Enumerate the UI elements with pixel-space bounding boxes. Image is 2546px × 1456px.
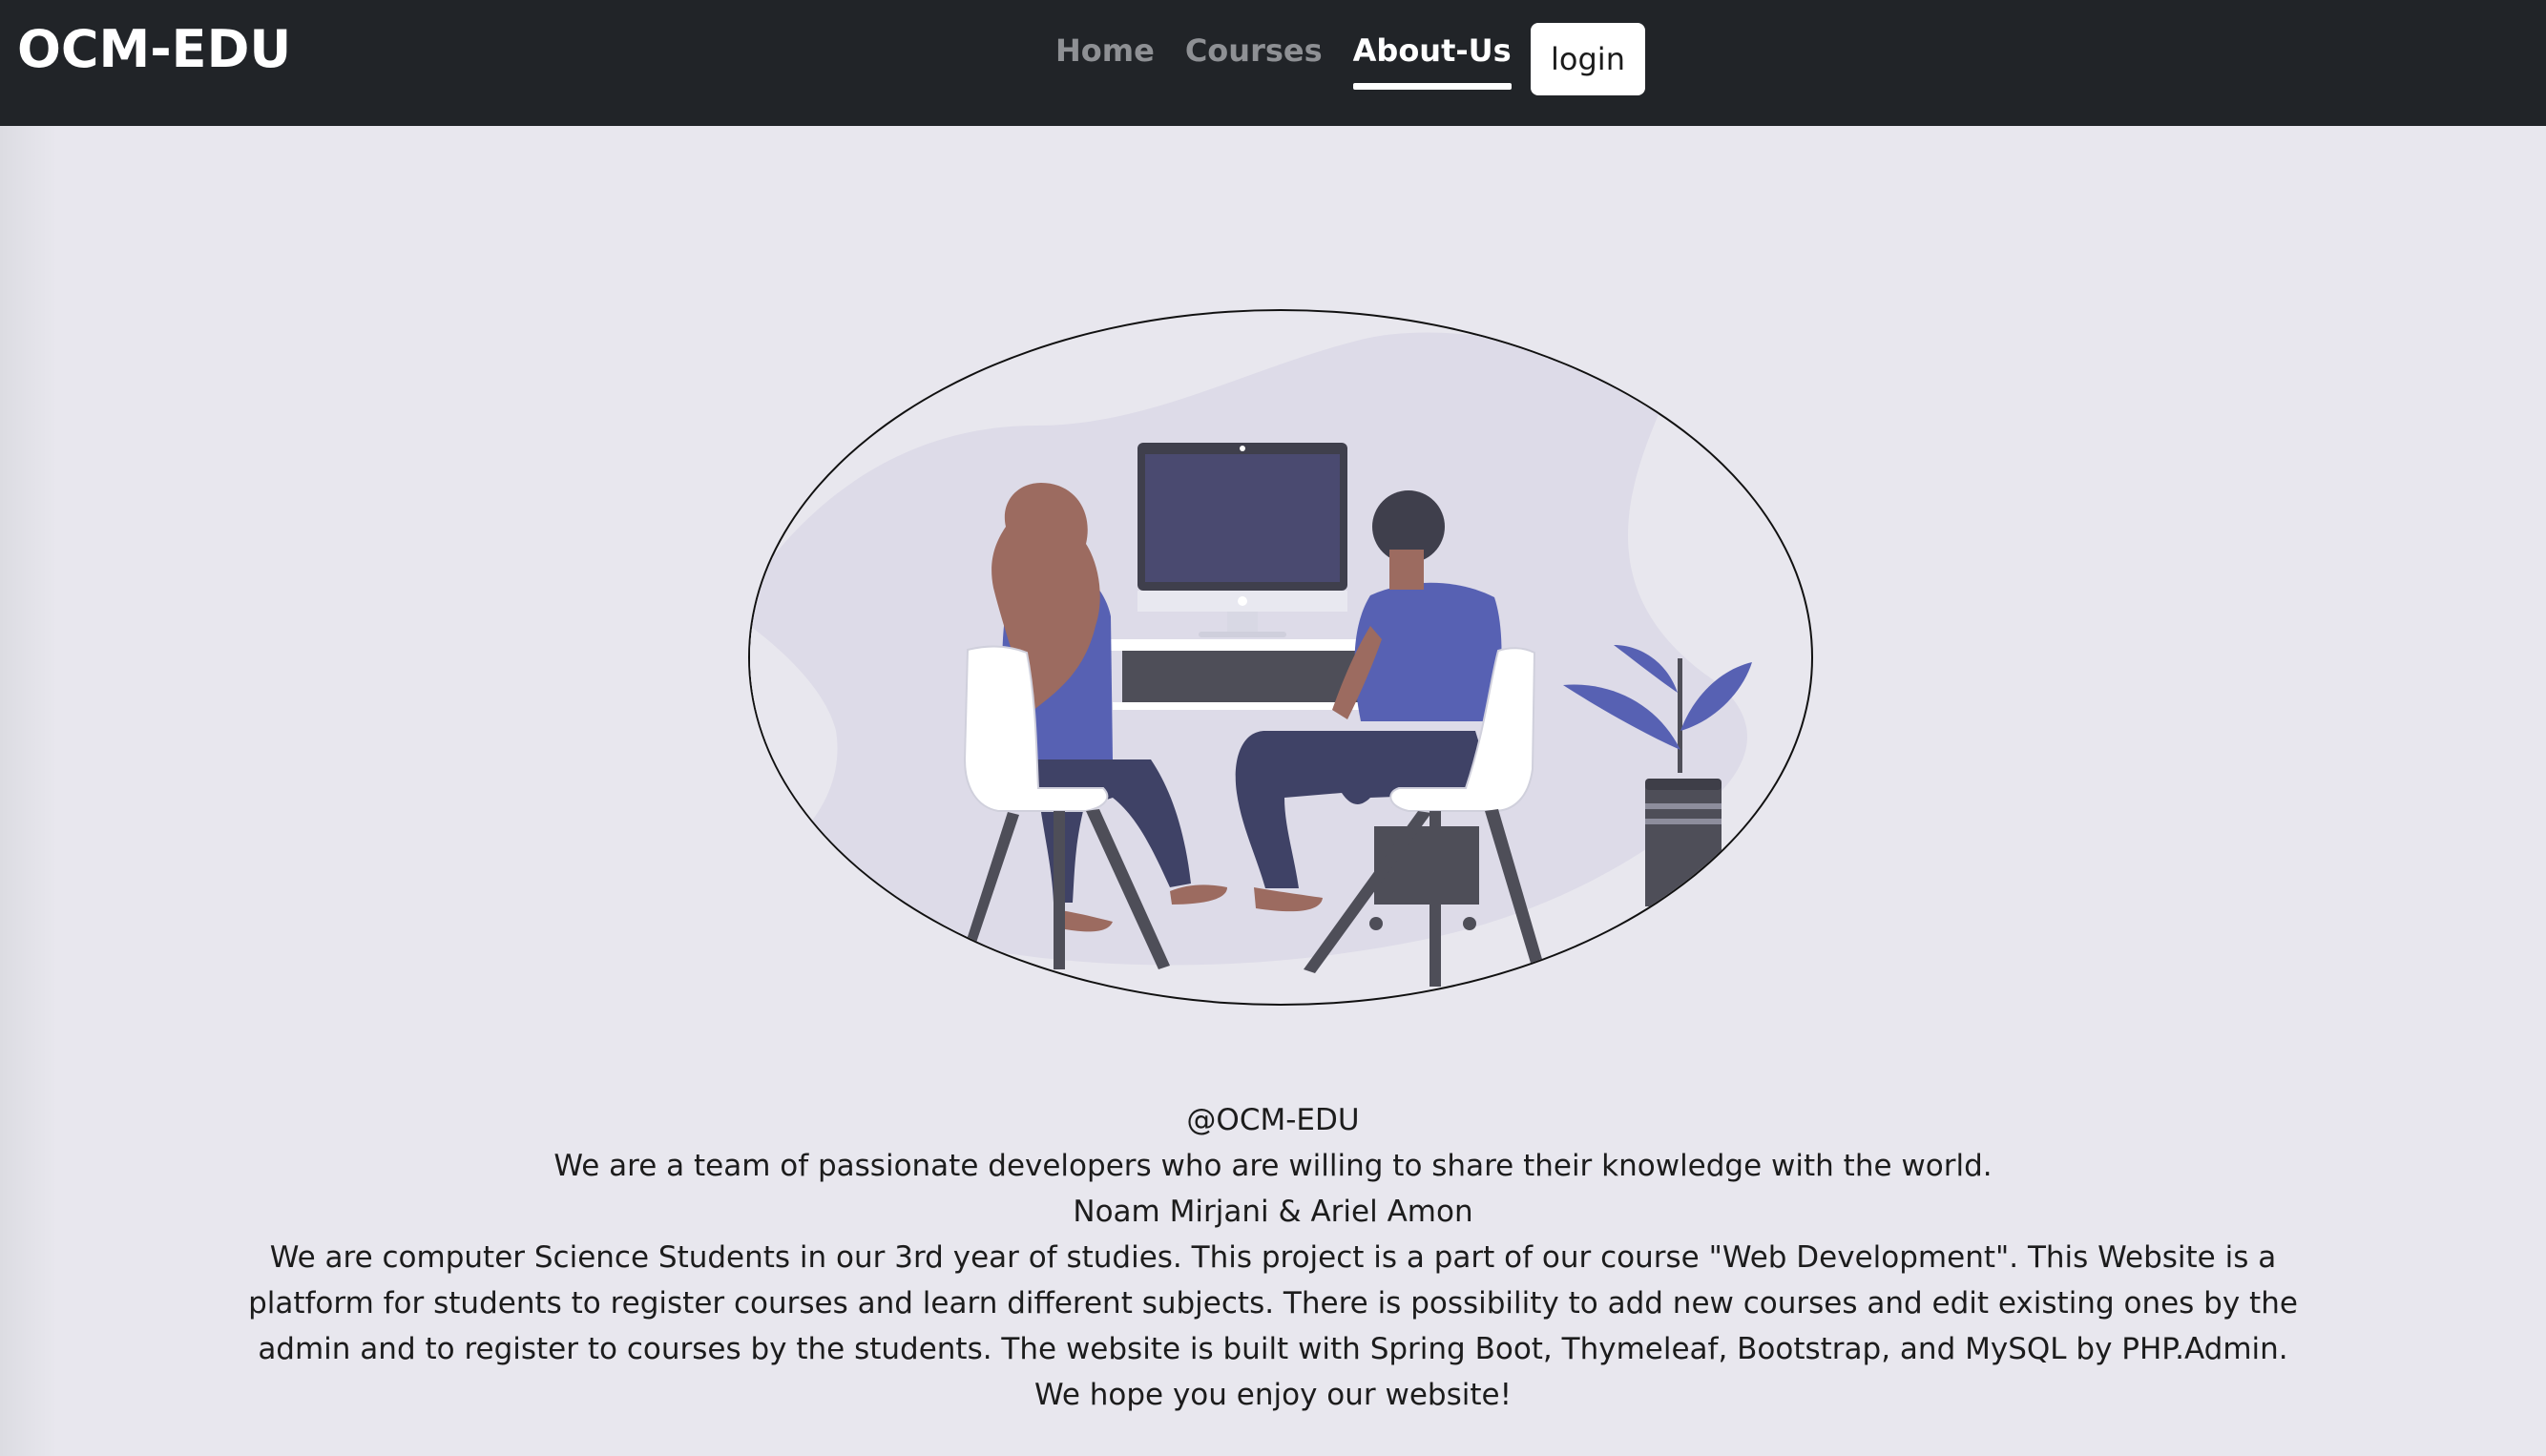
nav-link-home[interactable]: Home — [1055, 32, 1155, 82]
nav-link-courses[interactable]: Courses — [1185, 32, 1323, 82]
about-section: @OCM-EDU We are a team of passionate dev… — [0, 1097, 2546, 1418]
top-navbar: OCM-EDU Home Courses About-Us login — [0, 0, 2546, 126]
about-description: We are computer Science Students in our … — [248, 1240, 2298, 1366]
team-at-computer-illustration — [750, 332, 1752, 987]
about-authors: Noam Mirjani & Ariel Amon — [1073, 1195, 1473, 1229]
about-tagline: We are a team of passionate developers w… — [553, 1149, 1993, 1183]
hero-illustration-oval — [748, 309, 1813, 1006]
nav-links: Home Courses About-Us — [1055, 32, 1512, 90]
about-handle: @OCM-EDU — [1186, 1103, 1360, 1137]
login-button[interactable]: login — [1531, 23, 1645, 95]
brand-logo[interactable]: OCM-EDU — [17, 19, 291, 79]
monitor-icon — [1137, 443, 1347, 637]
about-closing: We hope you enjoy our website! — [1033, 1378, 1513, 1412]
nav-link-about-us[interactable]: About-Us — [1352, 32, 1512, 90]
